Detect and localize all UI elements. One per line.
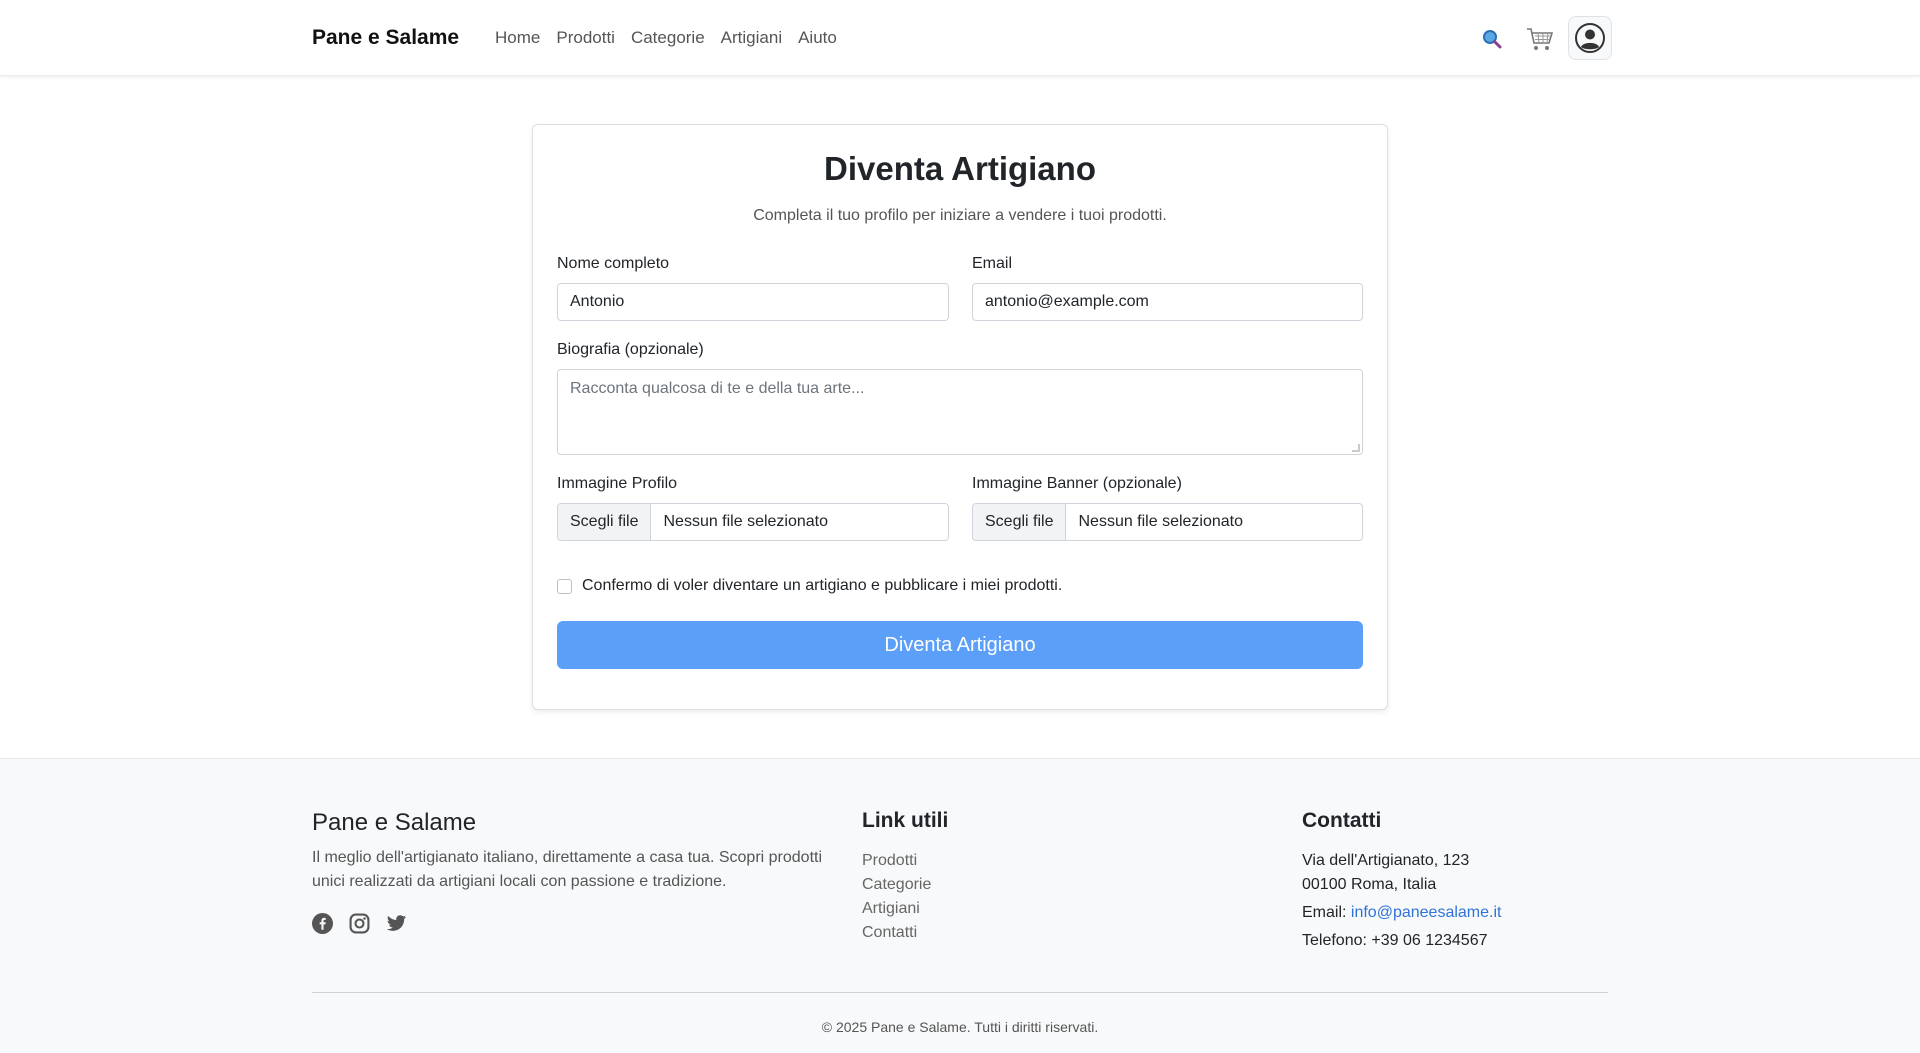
profile-image-file-input[interactable]: Scegli file Nessun file selezionato bbox=[557, 503, 949, 541]
bio-textarea[interactable]: Racconta qualcosa di te e della tua arte… bbox=[557, 369, 1363, 455]
email-label: Email bbox=[972, 255, 1013, 272]
nav-link-artigiani[interactable]: Artigiani bbox=[721, 28, 782, 48]
confirm-label[interactable]: Confermo di voler diventare un artigiano… bbox=[582, 577, 1062, 595]
nav-link-prodotti[interactable]: Prodotti bbox=[556, 28, 615, 48]
nav-link-home[interactable]: Home bbox=[495, 28, 540, 48]
footer-contact: Via dell'Artigianato, 123 00100 Roma, It… bbox=[1302, 849, 1501, 953]
confirm-row: Confermo di voler diventare un artigiano… bbox=[557, 577, 1062, 595]
facebook-icon[interactable] bbox=[312, 913, 333, 934]
user-avatar-icon[interactable] bbox=[1568, 16, 1612, 60]
footer-brand: Pane e Salame bbox=[312, 809, 477, 836]
navbar: Pane e Salame Home Prodotti Categorie Ar… bbox=[0, 0, 1920, 76]
footer-divider bbox=[312, 992, 1608, 993]
banner-file-status: Nessun file selezionato bbox=[1078, 513, 1244, 530]
bio-label: Biografia (opzionale) bbox=[557, 341, 704, 358]
nav-link-categorie[interactable]: Categorie bbox=[631, 28, 705, 48]
social-links bbox=[312, 913, 423, 934]
footer-description: Il meglio dell'artigianato italiano, dir… bbox=[312, 849, 823, 890]
page-title: Diventa Artigiano bbox=[824, 150, 1096, 187]
footer: Pane e Salame Il meglio dell'artigianato… bbox=[0, 758, 1920, 1053]
footer-link-categorie[interactable]: Categorie bbox=[862, 873, 931, 897]
contact-email-row: Email: info@paneesalame.it bbox=[1302, 901, 1501, 925]
address-line-1: Via dell'Artigianato, 123 bbox=[1302, 852, 1470, 869]
footer-link-artigiani[interactable]: Artigiani bbox=[862, 897, 931, 921]
brand-logo[interactable]: Pane e Salame bbox=[312, 26, 459, 50]
search-icon[interactable] bbox=[1472, 19, 1512, 59]
contact-phone: Telefono: +39 06 1234567 bbox=[1302, 932, 1488, 949]
confirm-checkbox[interactable] bbox=[557, 578, 572, 594]
footer-link-contatti[interactable]: Contatti bbox=[862, 921, 931, 945]
footer-link-prodotti[interactable]: Prodotti bbox=[862, 849, 931, 873]
bio-placeholder: Racconta qualcosa di te e della tua arte… bbox=[570, 380, 865, 397]
footer-links-heading: Link utili bbox=[862, 809, 949, 832]
artisan-form-card: Diventa Artigiano Completa il tuo profil… bbox=[532, 124, 1388, 710]
nav-links: Home Prodotti Categorie Artigiani Aiuto bbox=[495, 28, 853, 48]
profile-file-status: Nessun file selezionato bbox=[663, 513, 829, 530]
banner-image-file-input[interactable]: Scegli file Nessun file selezionato bbox=[972, 503, 1363, 541]
banner-choose-file-button[interactable]: Scegli file bbox=[973, 504, 1067, 540]
page-subtitle: Completa il tuo profilo per iniziare a v… bbox=[753, 207, 1167, 224]
contact-email-link[interactable]: info@paneesalame.it bbox=[1351, 904, 1502, 921]
nav-link-aiuto[interactable]: Aiuto bbox=[798, 28, 837, 48]
instagram-icon[interactable] bbox=[349, 913, 370, 934]
banner-image-label: Immagine Banner (opzionale) bbox=[972, 475, 1182, 492]
footer-contact-heading: Contatti bbox=[1302, 809, 1382, 832]
profile-choose-file-button[interactable]: Scegli file bbox=[558, 504, 652, 540]
nav-icons bbox=[1472, 16, 1612, 60]
copyright: © 2025 Pane e Salame. Tutti i diritti ri… bbox=[821, 1019, 1099, 1035]
footer-links: Prodotti Categorie Artigiani Contatti bbox=[862, 849, 931, 945]
email-input[interactable]: antonio@example.com bbox=[972, 283, 1363, 321]
email-prefix: Email: bbox=[1302, 904, 1351, 921]
name-input[interactable]: Antonio bbox=[557, 283, 949, 321]
submit-button[interactable]: Diventa Artigiano bbox=[557, 621, 1363, 669]
cart-icon[interactable] bbox=[1520, 19, 1560, 59]
address-line-2: 00100 Roma, Italia bbox=[1302, 876, 1437, 893]
twitter-icon[interactable] bbox=[386, 913, 407, 934]
name-label: Nome completo bbox=[557, 255, 670, 272]
resize-grip-icon[interactable] bbox=[1352, 444, 1360, 452]
profile-image-label: Immagine Profilo bbox=[557, 475, 678, 492]
